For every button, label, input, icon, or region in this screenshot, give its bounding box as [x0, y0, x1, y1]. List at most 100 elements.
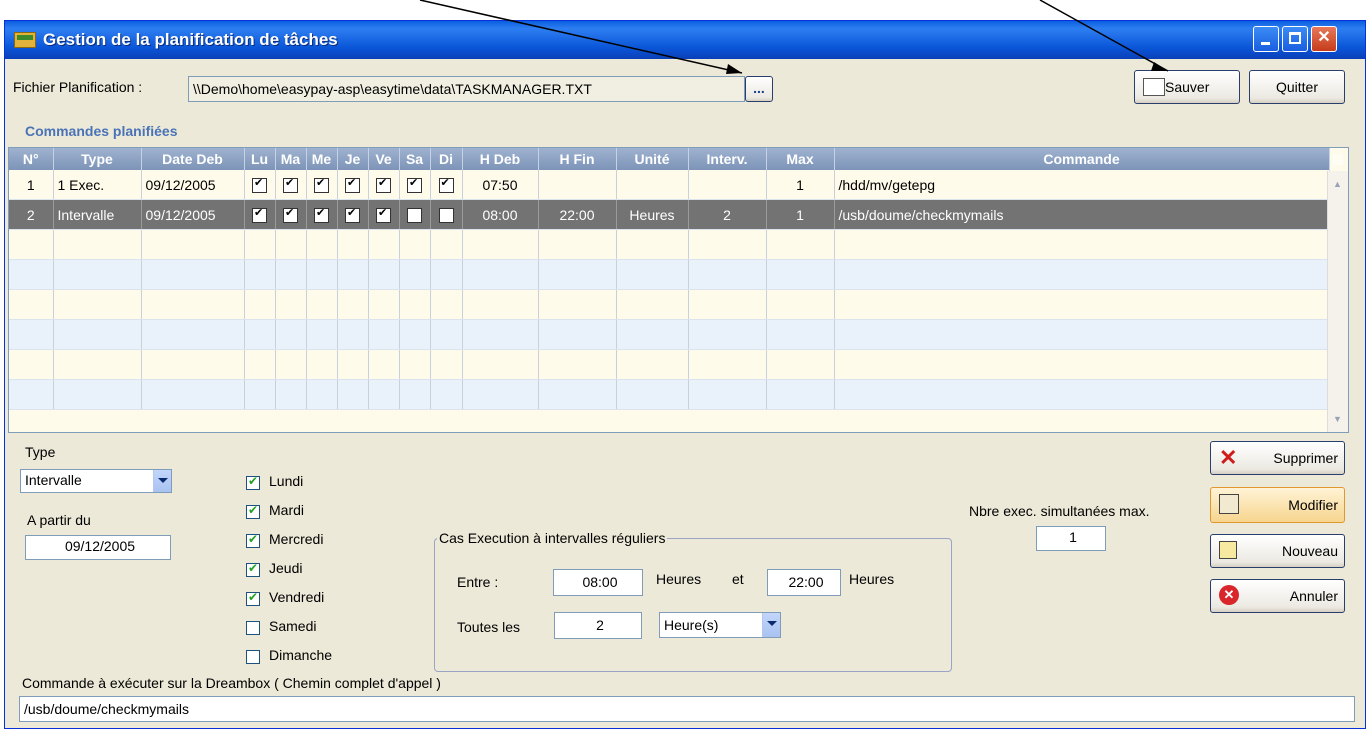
day-checkbox[interactable] — [246, 561, 260, 577]
table-cell[interactable] — [368, 199, 400, 230]
table-cell[interactable] — [399, 259, 431, 290]
table-cell[interactable] — [306, 259, 338, 290]
table-cell[interactable] — [399, 199, 431, 230]
table-row[interactable] — [9, 259, 1330, 290]
table-cell[interactable] — [462, 259, 539, 290]
table-cell[interactable] — [688, 289, 767, 320]
column-header[interactable]: N° — [9, 148, 54, 170]
table-cell[interactable] — [538, 229, 617, 260]
table-cell[interactable] — [616, 289, 689, 320]
table-cell[interactable] — [53, 379, 142, 410]
table-cell[interactable] — [368, 379, 400, 410]
quit-button[interactable]: Quitter — [1249, 70, 1345, 104]
table-cell[interactable] — [834, 259, 1330, 290]
day-cell-checkbox[interactable] — [438, 207, 454, 223]
maximize-button[interactable] — [1282, 26, 1308, 52]
delete-button[interactable]: ✕ Supprimer — [1210, 441, 1345, 475]
table-cell[interactable] — [688, 319, 767, 350]
table-cell[interactable] — [275, 379, 307, 410]
column-header[interactable]: Lu — [244, 148, 276, 170]
table-cell[interactable] — [53, 349, 142, 380]
table-cell[interactable] — [688, 229, 767, 260]
table-cell[interactable] — [688, 259, 767, 290]
table-cell[interactable] — [462, 349, 539, 380]
day-checkbox[interactable] — [246, 621, 260, 635]
command-field[interactable]: /usb/doume/checkmymails — [19, 696, 1355, 722]
table-cell[interactable] — [766, 319, 835, 350]
table-cell[interactable] — [368, 319, 400, 350]
column-header[interactable]: Commande — [834, 148, 1330, 170]
table-cell[interactable] — [275, 199, 307, 230]
table-cell[interactable] — [337, 229, 369, 260]
table-cell[interactable] — [275, 319, 307, 350]
table-cell[interactable] — [399, 349, 431, 380]
table-cell[interactable]: 2 — [9, 199, 54, 230]
table-cell[interactable] — [462, 229, 539, 260]
column-header[interactable]: Ve — [368, 148, 400, 170]
day-checkbox[interactable] — [246, 590, 260, 606]
table-cell[interactable] — [538, 259, 617, 290]
table-cell[interactable] — [275, 170, 307, 200]
cancel-button[interactable]: ✕ Annuler — [1210, 579, 1345, 613]
day-checkbox[interactable] — [246, 503, 260, 519]
file-path-field[interactable]: \\Demo\home\easypay-asp\easytime\data\TA… — [188, 76, 745, 102]
table-cell[interactable] — [462, 319, 539, 350]
table-cell[interactable] — [306, 379, 338, 410]
table-cell[interactable] — [834, 289, 1330, 320]
table-cell[interactable] — [430, 170, 463, 200]
table-row[interactable] — [9, 289, 1330, 320]
table-cell[interactable] — [9, 349, 54, 380]
table-row[interactable] — [9, 229, 1330, 260]
table-cell[interactable] — [399, 289, 431, 320]
day-cell-checkbox[interactable] — [314, 176, 329, 193]
table-cell[interactable] — [306, 199, 338, 230]
end-time-field[interactable]: 22:00 — [767, 569, 841, 596]
column-header[interactable]: Sa — [399, 148, 431, 170]
table-cell[interactable] — [306, 229, 338, 260]
day-cell-checkbox[interactable] — [252, 176, 267, 193]
day-cell-checkbox[interactable] — [407, 207, 422, 223]
table-cell[interactable] — [275, 349, 307, 380]
table-cell[interactable] — [688, 170, 767, 200]
day-cell-checkbox[interactable] — [438, 176, 454, 193]
start-time-field[interactable]: 08:00 — [553, 569, 643, 596]
column-header[interactable]: H Deb — [462, 148, 539, 170]
table-cell[interactable] — [688, 379, 767, 410]
table-cell[interactable] — [766, 259, 835, 290]
table-cell[interactable] — [430, 379, 463, 410]
grid-scrollbar[interactable]: ▲ ▼ — [1327, 171, 1348, 432]
table-cell[interactable] — [766, 229, 835, 260]
table-cell[interactable] — [538, 379, 617, 410]
table-cell[interactable] — [244, 349, 276, 380]
table-cell[interactable] — [834, 379, 1330, 410]
table-cell[interactable] — [337, 170, 369, 200]
table-cell[interactable] — [538, 319, 617, 350]
table-cell[interactable]: Intervalle — [53, 199, 142, 230]
table-cell[interactable] — [368, 349, 400, 380]
table-cell[interactable] — [430, 349, 463, 380]
table-cell[interactable] — [53, 229, 142, 260]
table-cell[interactable] — [399, 229, 431, 260]
table-cell[interactable] — [244, 199, 276, 230]
table-cell[interactable] — [368, 259, 400, 290]
table-cell[interactable] — [462, 379, 539, 410]
table-cell[interactable] — [337, 259, 369, 290]
table-cell[interactable] — [141, 379, 245, 410]
day-cell-checkbox[interactable] — [376, 206, 391, 223]
day-cell-checkbox[interactable] — [345, 206, 360, 223]
table-cell[interactable] — [616, 170, 689, 200]
table-cell[interactable] — [766, 349, 835, 380]
table-cell[interactable] — [766, 289, 835, 320]
table-cell[interactable] — [141, 319, 245, 350]
table-cell[interactable]: 1 — [9, 170, 54, 200]
table-cell[interactable]: 1 — [766, 170, 835, 200]
day-cell-checkbox[interactable] — [376, 176, 391, 193]
interval-value-field[interactable]: 2 — [554, 612, 642, 639]
day-cell-checkbox[interactable] — [345, 176, 360, 193]
table-cell[interactable] — [834, 319, 1330, 350]
table-cell[interactable] — [244, 319, 276, 350]
table-cell[interactable] — [430, 229, 463, 260]
table-cell[interactable] — [834, 349, 1330, 380]
close-button[interactable]: ✕ — [1311, 26, 1337, 52]
interval-unit-select[interactable]: Heure(s) — [659, 612, 781, 638]
